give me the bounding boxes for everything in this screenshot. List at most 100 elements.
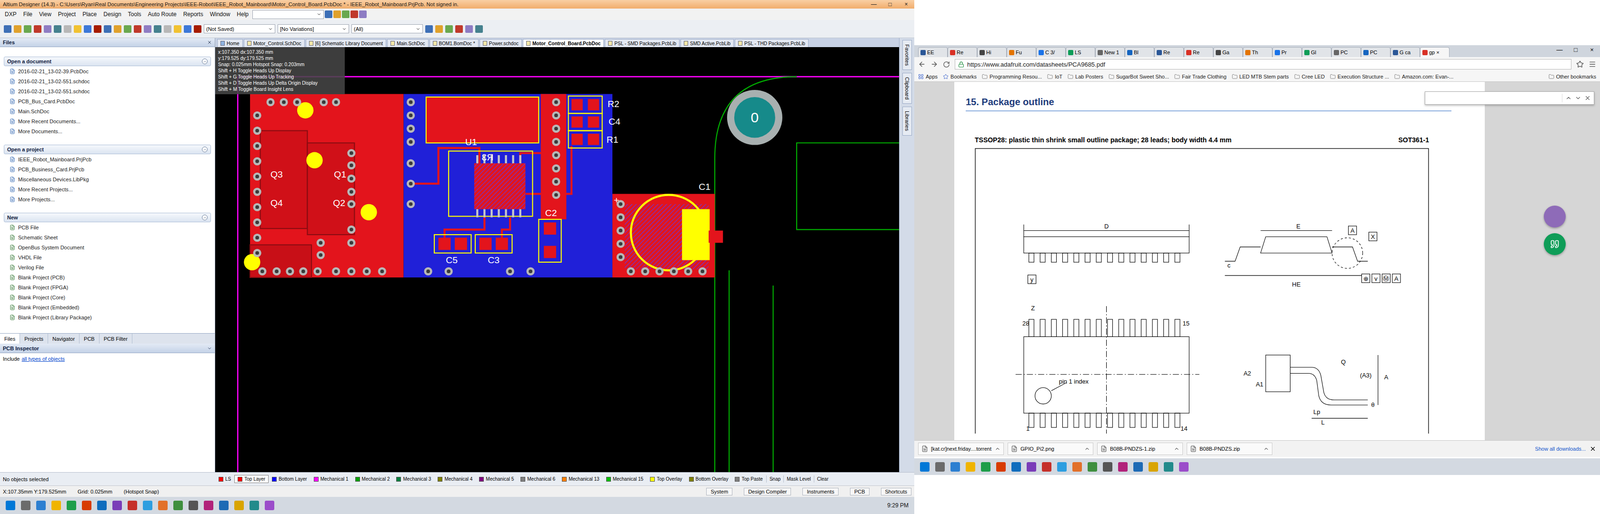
- chat-bubble[interactable]: [1543, 233, 1566, 256]
- app-icon[interactable]: [142, 500, 153, 511]
- layer-tab[interactable]: Mechanical 3: [392, 475, 435, 484]
- toolbar-dropdown[interactable]: (All): [351, 24, 423, 34]
- browser-tab[interactable]: Bl: [1124, 47, 1155, 58]
- panel-tab[interactable]: Navigator: [48, 333, 80, 344]
- app-icon[interactable]: [264, 500, 275, 511]
- browser-tab[interactable]: gp×: [1420, 47, 1450, 58]
- window-control[interactable]: □: [881, 0, 899, 9]
- app-icon[interactable]: [203, 500, 214, 511]
- app-icon[interactable]: [950, 462, 960, 472]
- layer-tab[interactable]: Bottom Layer: [268, 475, 310, 484]
- menu-item[interactable]: DXP: [1, 10, 20, 19]
- document-tab[interactable]: Power.schdoc: [479, 39, 522, 48]
- toolbar-icon[interactable]: [333, 10, 341, 19]
- menu-item[interactable]: Auto Route: [145, 10, 180, 19]
- app-icon[interactable]: [127, 500, 138, 511]
- menu-item[interactable]: Reports: [180, 10, 207, 19]
- document-tab[interactable]: [6] Schematic Library Document: [305, 39, 387, 48]
- browser-tab[interactable]: Pr: [1272, 47, 1302, 58]
- bookmark[interactable]: SugarBot Sweet Sho...: [1108, 73, 1170, 80]
- toolbar-icon[interactable]: [113, 25, 122, 33]
- app-icon[interactable]: [97, 500, 107, 511]
- menu-item[interactable]: Tools: [125, 10, 145, 19]
- menu-item[interactable]: Project: [55, 10, 79, 19]
- app-icon[interactable]: [188, 500, 199, 511]
- app-icon[interactable]: [1026, 462, 1037, 472]
- toolbar-icon[interactable]: [33, 25, 42, 33]
- pcb-canvas[interactable]: 0R2C4R1U1R3Q3Q1Q4Q2C2C5C3C1+: [215, 47, 900, 473]
- collapse-icon[interactable]: [201, 146, 208, 153]
- close-icon[interactable]: [1584, 94, 1591, 102]
- browser-tab[interactable]: LS: [1065, 47, 1096, 58]
- file-item[interactable]: More Recent Documents...: [3, 116, 211, 127]
- toolbar-dropdown[interactable]: (Not Saved): [203, 24, 276, 34]
- document-tab[interactable]: BOM1.BomDoc *: [429, 39, 479, 48]
- window-control[interactable]: □: [1567, 45, 1584, 55]
- panel-tab[interactable]: Files: [0, 333, 20, 344]
- toolbar-icon[interactable]: [475, 25, 483, 33]
- file-item[interactable]: 2016-02-21_13-02-551.schdoc: [3, 86, 211, 97]
- side-panel-tab[interactable]: Favorites: [902, 40, 912, 70]
- next-icon[interactable]: [1574, 94, 1582, 102]
- chevron-icon[interactable]: [1263, 446, 1270, 452]
- file-item[interactable]: Blank Project (Library Package): [3, 312, 211, 323]
- browser-tab[interactable]: New 1: [1095, 47, 1125, 58]
- menu-item[interactable]: Place: [79, 10, 100, 19]
- download-item[interactable]: GPIO_Pi2.png: [1007, 442, 1094, 456]
- file-item[interactable]: Schematic Sheet: [3, 232, 211, 243]
- bookmark[interactable]: IoT: [1047, 73, 1063, 80]
- menu-icon[interactable]: [1588, 60, 1597, 69]
- close-icon[interactable]: [207, 40, 212, 45]
- layer-tab[interactable]: Top Paste: [731, 475, 766, 484]
- bookmark[interactable]: LED MTB Stem parts: [1231, 73, 1290, 80]
- bookmark[interactable]: Amazon.com: Evan-...: [1394, 73, 1454, 80]
- file-item[interactable]: More Recent Projects...: [3, 184, 211, 195]
- browser-tab[interactable]: G ca: [1390, 47, 1420, 58]
- browser-tab[interactable]: PC: [1331, 47, 1361, 58]
- toolbar-icon[interactable]: [173, 25, 182, 33]
- app-icon[interactable]: [5, 500, 16, 511]
- collapse-icon[interactable]: [201, 58, 208, 65]
- toolbar-icon[interactable]: [435, 25, 443, 33]
- toolbar-icon[interactable]: [341, 10, 350, 19]
- file-item[interactable]: PCB_Business_Card.PrjPcb: [3, 164, 211, 175]
- app-icon[interactable]: [1072, 462, 1082, 472]
- chat-avatar[interactable]: [1543, 205, 1566, 228]
- document-tab[interactable]: SMD Active.PcbLib: [680, 39, 734, 48]
- layer-tab[interactable]: Mechanical 4: [434, 475, 476, 484]
- layer-tab[interactable]: Top Layer: [234, 475, 269, 484]
- toolbar-icon[interactable]: [23, 25, 32, 33]
- app-icon[interactable]: [112, 500, 122, 511]
- layer-tab[interactable]: Bottom Overlay: [685, 475, 732, 484]
- toolbar-icon[interactable]: [43, 25, 52, 33]
- menu-item[interactable]: Help: [233, 10, 252, 19]
- app-icon[interactable]: [935, 462, 945, 472]
- document-tab[interactable]: PSL - SMD Packages.PcbLib: [604, 39, 680, 48]
- window-control[interactable]: —: [865, 0, 882, 9]
- file-item[interactable]: Blank Project (PCB): [3, 272, 211, 283]
- side-panel-tab[interactable]: Clipboard: [902, 72, 912, 104]
- toolbar-icon[interactable]: [465, 25, 473, 33]
- layer-tab[interactable]: Mechanical 5: [475, 475, 518, 484]
- toolbar-icon[interactable]: [103, 25, 112, 33]
- toolbar-icon[interactable]: [13, 25, 22, 33]
- status-panel-button[interactable]: System: [706, 488, 733, 496]
- toolbar-icon[interactable]: [350, 10, 359, 19]
- layer-action[interactable]: Snap: [766, 475, 784, 483]
- app-icon[interactable]: [234, 500, 244, 511]
- app-icon[interactable]: [980, 462, 991, 472]
- section-header[interactable]: New: [3, 212, 211, 223]
- browser-tab[interactable]: Re: [1183, 47, 1214, 58]
- bookmark[interactable]: Cree LED: [1294, 73, 1325, 80]
- app-icon[interactable]: [1118, 462, 1128, 472]
- app-icon[interactable]: [1133, 462, 1143, 472]
- bookmark[interactable]: Bookmarks: [942, 73, 977, 80]
- toolbar-icon[interactable]: [123, 25, 132, 33]
- file-item[interactable]: IEEE_Robot_Mainboard.PrjPcb: [3, 154, 211, 165]
- download-item[interactable]: [kat.cr]next.friday....torrent: [918, 442, 1004, 456]
- app-icon[interactable]: [51, 500, 61, 511]
- app-icon[interactable]: [1087, 462, 1098, 472]
- bookmark[interactable]: Apps: [918, 73, 938, 80]
- file-item[interactable]: VHDL File: [3, 252, 211, 263]
- app-icon[interactable]: [1057, 462, 1067, 472]
